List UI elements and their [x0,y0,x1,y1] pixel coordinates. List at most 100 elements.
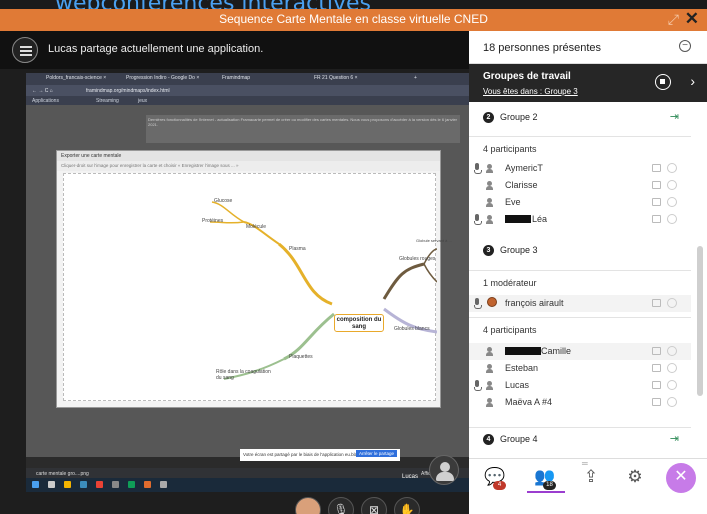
export-modal: Exporter une carte mentale Cliquer-droit… [56,150,452,408]
breakout-groups-bar[interactable]: Groupes de travail Vous êtes dans : Grou… [469,64,707,102]
participant-row[interactable]: Eve [469,194,691,211]
address-bar: ← → C ⌂ framindmap.org/mindmaps/index.ht… [26,85,470,96]
options-icon[interactable] [667,363,677,373]
options-icon[interactable] [667,180,677,190]
participant-row[interactable]: AymericT [469,160,691,177]
close-panel-button[interactable]: ✕ [666,463,696,493]
panel-scrollbar[interactable] [697,106,703,451]
join-group-icon[interactable]: ⇥ [670,110,679,123]
moderator-avatar [487,297,497,307]
options-icon[interactable] [667,298,677,308]
expand-icon[interactable]: ⤢ [668,11,679,28]
chat-icon[interactable] [652,398,661,406]
section-label: 4 participants [483,144,537,154]
stop-sharing-button[interactable]: Arrêter le partage [355,450,397,457]
chat-icon[interactable] [652,198,661,206]
participant-name: Eve [505,197,521,207]
presenter-name: Lucas [402,474,419,480]
web-page: Dernières fonctionnalités de l'internet … [26,105,470,457]
participant-row[interactable]: Clarisse [469,177,691,194]
chat-icon[interactable] [652,364,661,372]
panel-tabs: ═ 💬 4 👥 18 ⇪ ⚙ ✕ [469,458,707,514]
redacted-name-mark [505,215,531,223]
options-icon[interactable] [667,197,677,207]
moderator-row[interactable]: françois airault [469,295,691,312]
raise-hand-icon[interactable]: ✋ [394,497,420,514]
group-row[interactable]: 4 Groupe 4 ⇥ [469,427,691,451]
participants-panel: 18 personnes présentes − Groupes de trav… [469,31,707,514]
chat-icon[interactable] [652,164,661,172]
participant-name: Clarisse [505,180,538,190]
modal-hint: Cliquer-droit sur l'image pour enregistr… [57,161,440,171]
shared-application-screen: Poldors_francais-science × Progression I… [26,73,470,492]
settings-icon[interactable]: ⚙ [621,467,649,495]
bookmarks-bar: Applications Streaming jeux [26,96,470,105]
chat-badge: 4 [493,481,506,490]
chat-icon[interactable] [652,215,661,223]
session-menu-button[interactable] [12,37,38,63]
collapse-icon[interactable]: − [679,40,691,52]
participant-row[interactable]: Camille [469,343,691,360]
user-icon [486,181,493,190]
redacted-name-mark [505,347,541,355]
nav-icons: ← → C ⌂ [32,88,53,94]
options-icon[interactable] [667,346,677,356]
participant-name: Léa [532,214,548,224]
mindmap-center-node: composition du sang [334,314,384,332]
chat-tab[interactable]: 💬 4 [481,467,509,495]
download-file: carte mentale gro....png [36,471,89,477]
current-group-link[interactable]: Vous êtes dans : Groupe 3 [483,87,578,96]
browser-tab: FR 21 Question 6 × [314,75,358,81]
options-icon[interactable] [667,214,677,224]
participant-name: Camille [541,346,572,356]
participant-row[interactable]: Maëva A #4 [469,394,691,411]
my-avatar[interactable] [295,497,321,514]
active-tab-indicator [527,491,565,493]
mindmap-node: Globules blancs [394,326,430,332]
bookmark: Applications [32,98,59,104]
options-icon[interactable] [667,380,677,390]
microphone-icon [474,380,482,391]
join-group-icon[interactable]: ⇥ [670,432,679,445]
chat-icon[interactable] [652,347,661,355]
camera-off-icon[interactable]: ⊠ [361,497,387,514]
share-status-text: Lucas partage actuellement une applicati… [48,43,264,55]
participant-row[interactable]: Esteban [469,360,691,377]
group-number: 2 [483,112,494,123]
groups-title: Groupes de travail [483,71,571,82]
stop-groups-icon[interactable] [655,74,671,90]
group-row[interactable]: 2 Groupe 2 ⇥ [469,106,691,130]
user-icon [486,364,493,373]
screen-share-notice: Votre écran est partagé par le biais de … [240,449,400,461]
chevron-right-icon[interactable]: › [690,73,695,89]
participants-list: 2 Groupe 2 ⇥ 4 participants AymericT Cla… [469,102,691,456]
options-icon[interactable] [667,163,677,173]
chat-icon[interactable] [652,299,661,307]
chat-icon[interactable] [652,181,661,189]
mindmap-node: Globule servant à ... [416,238,452,243]
group-number: 4 [483,434,494,445]
microphone-icon [474,214,482,225]
participant-row[interactable]: Lucas [469,377,691,394]
user-icon [486,215,493,224]
options-icon[interactable] [667,397,677,407]
presenter-avatar[interactable] [429,455,459,485]
group-row[interactable]: 3 Groupe 3 [469,239,691,263]
section-header: 4 participants [469,317,691,339]
scrollbar-thumb[interactable] [697,246,703,396]
browser-tab: Poldors_francais-science × [46,75,107,81]
group-label: Groupe 4 [500,434,538,444]
user-icon [486,198,493,207]
window-titlebar: Sequence Carte Mentale en classe virtuel… [0,9,707,31]
participant-row[interactable]: Léa [469,211,691,228]
shared-screen-stage: Lucas partage actuellement une applicati… [0,31,470,514]
group-label: Groupe 3 [500,245,538,255]
chat-icon[interactable] [652,381,661,389]
mindmap-branches [209,201,437,380]
share-content-icon[interactable]: ⇪ [577,467,605,495]
participant-name: AymericT [505,163,543,173]
bookmark: Streaming [96,98,119,104]
close-icon[interactable]: ✕ [685,9,699,29]
microphone-icon[interactable]: 🎙 [328,497,354,514]
page-intro-text: Dernières fonctionnalités de l'internet … [146,115,460,143]
